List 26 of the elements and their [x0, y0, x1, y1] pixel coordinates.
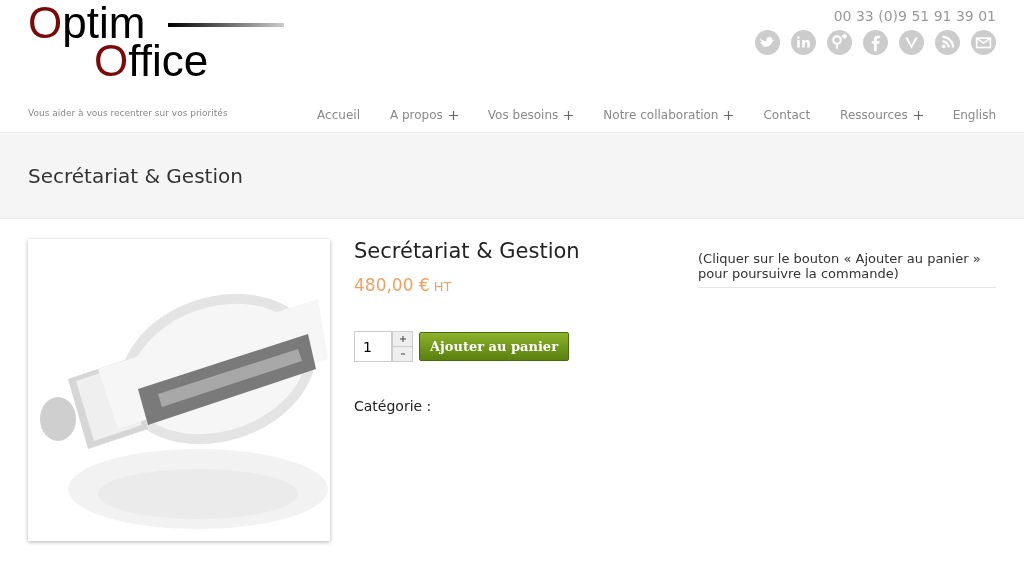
increment-button[interactable]: [392, 332, 412, 347]
linkedin-icon[interactable]: [791, 30, 816, 55]
category-label: Catégorie :: [354, 398, 433, 414]
email-icon[interactable]: [971, 30, 996, 55]
quantity-field[interactable]: 1: [354, 331, 392, 362]
rss-icon[interactable]: [935, 30, 960, 55]
nav-item[interactable]: A propos: [359, 108, 458, 122]
nav-item[interactable]: Contact: [733, 108, 811, 122]
tagline: Vous aider à vous recentrer sur vos priorités: [28, 108, 229, 118]
add-to-cart-button[interactable]: Ajouter au panier: [419, 332, 569, 361]
phone-number: 00 33 (0)9 51 91 39 01: [833, 8, 996, 24]
vimeo-icon[interactable]: [899, 30, 924, 55]
nav-item[interactable]: English: [922, 108, 996, 122]
decrement-button[interactable]: [392, 347, 412, 361]
minus-icon: [399, 351, 406, 357]
product-title: Secrétariat & Gestion: [354, 239, 581, 263]
nav-item[interactable]: Vos besoins: [457, 108, 574, 122]
facebook-icon[interactable]: [863, 30, 888, 55]
nav-item[interactable]: Notre collaboration: [573, 108, 734, 122]
order-note: (Cliquer sur le bouton « Ajouter au panier » pour poursuivre la commande): [698, 251, 996, 288]
nav-item[interactable]: Accueil: [287, 108, 360, 122]
twitter-icon[interactable]: [755, 30, 780, 55]
page-title: Secrétariat & Gestion: [28, 163, 243, 188]
product-price: 480,00 € HT: [354, 275, 453, 295]
plus-icon: [399, 336, 406, 342]
nav-item[interactable]: Ressources: [810, 108, 923, 122]
